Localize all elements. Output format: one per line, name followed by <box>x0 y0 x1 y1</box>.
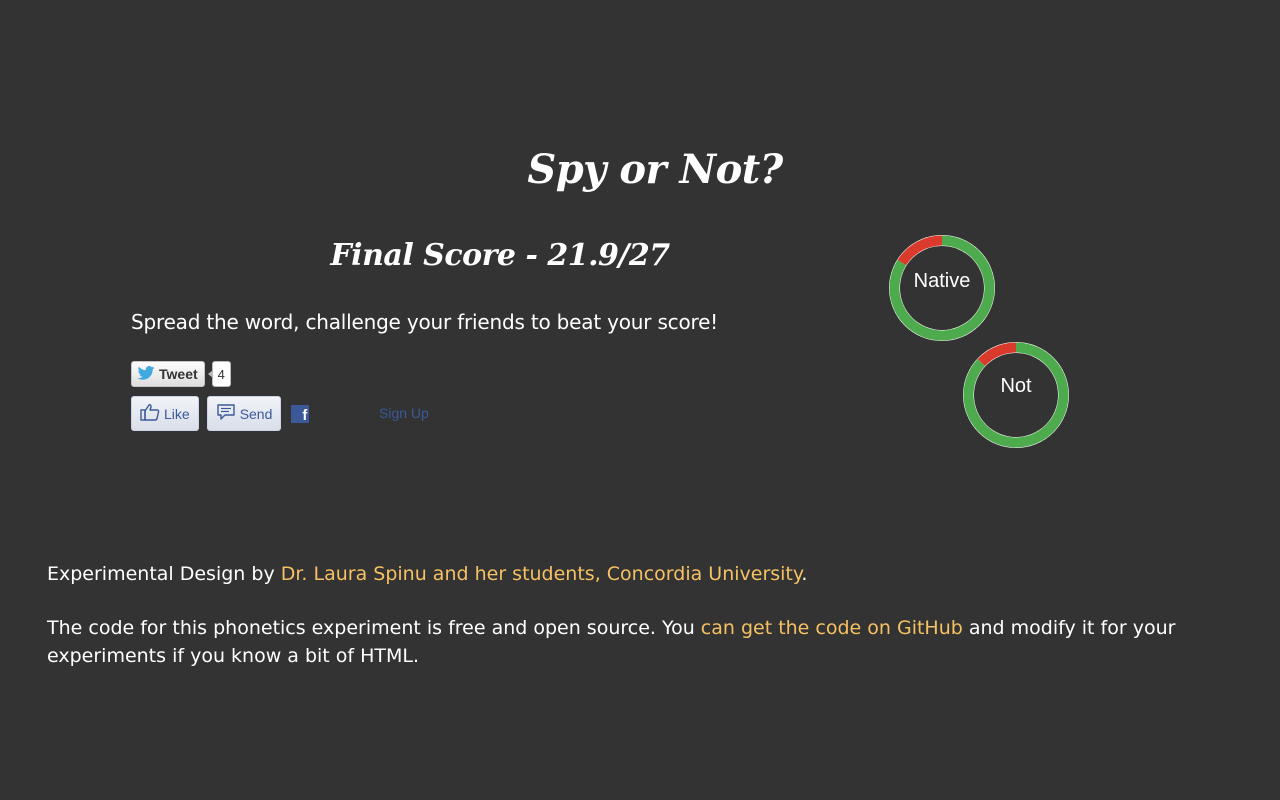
native-label: Native <box>913 270 971 292</box>
native-result-donut: Native <box>887 233 997 343</box>
not-result-donut: Not <box>961 340 1071 450</box>
tweet-widget: Tweet 4 <box>131 361 231 387</box>
facebook-widget: Like Send f <box>131 396 310 431</box>
not-label: Not <box>1000 375 1032 397</box>
credit-suffix: . <box>801 563 808 585</box>
credit-line: Experimental Design by Dr. Laura Spinu a… <box>47 563 807 585</box>
speech-bubble-icon <box>216 403 236 424</box>
sign-up-link[interactable]: Sign Up <box>379 405 429 421</box>
final-score: Final Score - 21.9/27 <box>330 238 670 273</box>
facebook-icon[interactable]: f <box>291 404 310 423</box>
tweet-count: 4 <box>207 361 231 387</box>
github-link[interactable]: can get the code on GitHub <box>701 617 963 639</box>
share-prompt: Spread the word, challenge your friends … <box>131 310 718 334</box>
code-info: The code for this phonetics experiment i… <box>47 614 1257 670</box>
twitter-bird-icon <box>137 365 155 384</box>
credit-prefix: Experimental Design by <box>47 563 281 585</box>
page: Spy or Not? Final Score - 21.9/27 Spread… <box>0 0 1280 800</box>
tweet-button[interactable]: Tweet <box>131 361 205 387</box>
like-label: Like <box>164 405 190 422</box>
send-button[interactable]: Send <box>206 396 282 431</box>
page-title: Spy or Not? <box>527 146 783 193</box>
code-prefix: The code for this phonetics experiment i… <box>47 617 701 639</box>
credit-link[interactable]: Dr. Laura Spinu and her students, Concor… <box>281 563 802 585</box>
tweet-label: Tweet <box>159 366 198 382</box>
send-label: Send <box>239 405 273 422</box>
like-button[interactable]: Like <box>131 396 199 431</box>
thumbs-up-icon <box>140 403 160 424</box>
